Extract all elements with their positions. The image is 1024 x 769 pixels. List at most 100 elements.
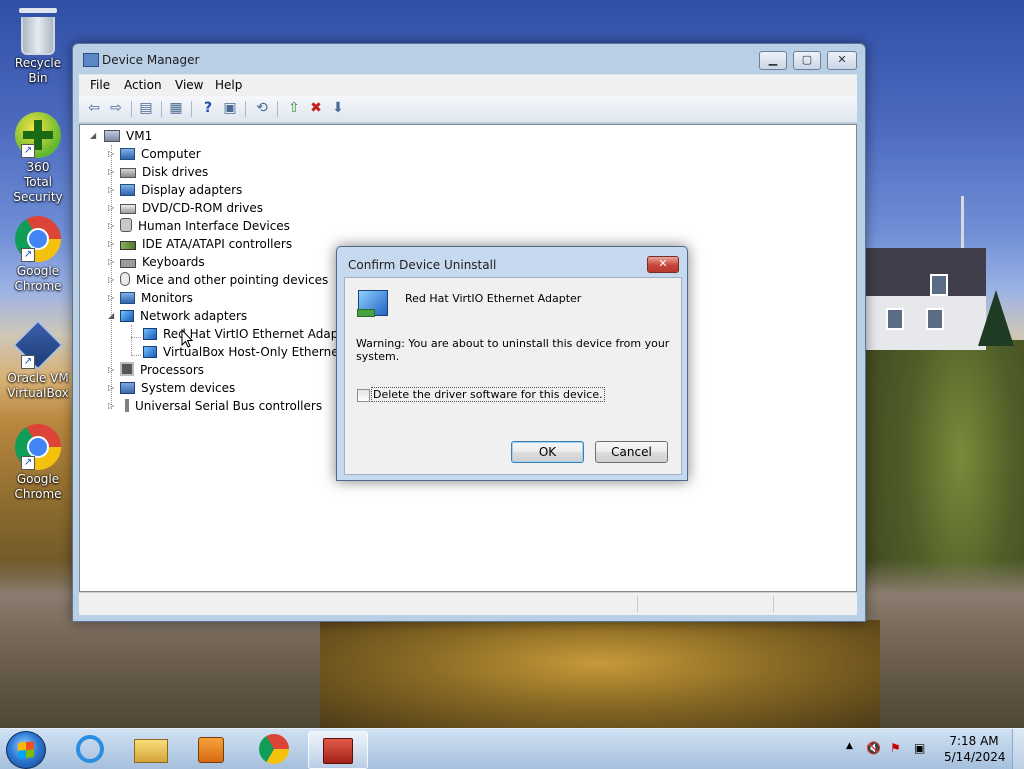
expand-arrow-icon[interactable]: ▷ — [108, 397, 116, 415]
disable-device-icon[interactable]: ⬇ — [329, 100, 347, 117]
pine-tree — [978, 290, 1014, 346]
maximize-button[interactable]: ▢ — [793, 51, 821, 70]
keyboard-icon — [120, 259, 136, 268]
action-pane-icon[interactable]: ▣ — [221, 100, 239, 117]
action-center-flag-icon[interactable]: ⚑ — [890, 741, 901, 755]
mouse-pointer-icon — [181, 328, 195, 349]
toolbox-icon — [323, 738, 353, 764]
tree-guide-line — [131, 325, 132, 355]
show-hide-console-tree-icon[interactable]: ▤ — [137, 100, 155, 117]
collapse-arrow-icon[interactable]: ◢ — [90, 127, 98, 145]
clock[interactable]: 7:18 AM 5/14/2024 — [944, 733, 1006, 765]
tree-item-label: DVD/CD-ROM drives — [142, 201, 264, 215]
clock-time: 7:18 AM — [949, 734, 999, 748]
uninstall-device-icon[interactable]: ✖ — [307, 100, 325, 117]
toolbar: ⇦ ⇨ ▤ ▦ ? ▣ ⟲ ⇧ ✖ ⬇ — [79, 96, 857, 123]
taskbar-internet-explorer[interactable] — [64, 731, 116, 767]
show-desktop-button[interactable] — [1012, 729, 1024, 769]
media-player-icon — [198, 737, 224, 763]
monitor-icon — [120, 292, 135, 304]
expand-arrow-icon[interactable]: ▷ — [108, 361, 116, 379]
start-button[interactable] — [6, 731, 46, 769]
update-driver-icon[interactable]: ⇧ — [285, 100, 303, 117]
collapse-arrow-icon[interactable]: ◢ — [108, 307, 116, 325]
desktop-icon-google-chrome-2[interactable]: ↗ Google Chrome — [4, 424, 72, 502]
cancel-button[interactable]: Cancel — [595, 441, 668, 463]
confirm-uninstall-dialog: Confirm Device Uninstall ✕ Red Hat VirtI… — [336, 246, 688, 481]
device-manager-icon — [83, 53, 99, 67]
help-icon[interactable]: ? — [199, 100, 217, 117]
network-icon[interactable]: ▣ — [914, 741, 925, 755]
scan-hardware-icon[interactable]: ⟲ — [253, 100, 271, 117]
status-bar — [79, 592, 857, 615]
tree-item-label: Keyboards — [142, 255, 205, 269]
show-hidden-icons-chevron-icon[interactable]: ▲ — [846, 741, 853, 751]
taskbar-file-explorer[interactable] — [124, 731, 176, 767]
delete-driver-label[interactable]: Delete the driver software for this devi… — [371, 387, 605, 402]
desktop-icon-google-chrome[interactable]: ↗ Google Chrome — [4, 216, 72, 294]
desktop-icon-recycle-bin[interactable]: Recycle Bin — [4, 8, 72, 86]
chrome-icon: ↗ — [15, 216, 61, 262]
tree-item-virtualbox-host-only[interactable]: VirtualBox Host-Only Ethernet Ad — [143, 343, 363, 361]
title-bar[interactable]: Device Manager ▁ ▢ ✕ — [73, 44, 865, 74]
menu-file[interactable]: File — [90, 78, 110, 92]
expand-arrow-icon[interactable]: ▷ — [108, 379, 116, 397]
close-button[interactable]: ✕ — [827, 51, 857, 70]
expand-arrow-icon[interactable]: ▷ — [108, 289, 116, 307]
tree-item-label: Computer — [141, 147, 201, 161]
minimize-button[interactable]: ▁ — [759, 51, 787, 70]
ide-controller-icon — [120, 241, 136, 250]
tree-item-label: Display adapters — [141, 183, 243, 197]
mouse-icon — [120, 272, 130, 286]
tree-item-label: Network adapters — [140, 309, 248, 323]
tree-item-label: Monitors — [141, 291, 193, 305]
menu-action[interactable]: Action — [124, 78, 162, 92]
clock-date: 5/14/2024 — [944, 750, 1006, 764]
forward-arrow-icon[interactable]: ⇨ — [107, 100, 125, 117]
expand-arrow-icon[interactable]: ▷ — [108, 181, 116, 199]
tree-item-label: Human Interface Devices — [138, 219, 290, 233]
expand-arrow-icon[interactable]: ▷ — [108, 217, 116, 235]
desktop-icon-label: Google Chrome — [14, 264, 62, 293]
menu-help[interactable]: Help — [215, 78, 242, 92]
desktop-icon-virtualbox[interactable]: ↗ Oracle VM VirtualBox — [4, 320, 72, 401]
dialog-close-button[interactable]: ✕ — [647, 256, 679, 273]
expand-arrow-icon[interactable]: ▷ — [108, 199, 116, 217]
internet-explorer-icon — [76, 735, 104, 763]
tree-item-label: Processors — [140, 363, 205, 377]
chrome-icon — [259, 734, 289, 764]
dvd-drive-icon — [120, 204, 136, 214]
desktop-icon-label: Oracle VM VirtualBox — [7, 371, 69, 400]
taskbar-media-player[interactable] — [184, 731, 236, 767]
menu-bar: File Action View Help — [79, 74, 857, 97]
dialog-body: Red Hat VirtIO Ethernet Adapter Warning:… — [344, 277, 682, 475]
expand-arrow-icon[interactable]: ▷ — [108, 235, 116, 253]
window-title: Device Manager — [102, 53, 200, 67]
tree-item-redhat-virtio[interactable]: Red Hat VirtIO Ethernet Adapter — [143, 325, 355, 343]
desktop-icon-360-total-security[interactable]: ↗ 360 Total Security — [4, 112, 72, 205]
volume-muted-icon[interactable]: 🔇 — [866, 741, 881, 755]
properties-icon[interactable]: ▦ — [167, 100, 185, 117]
expand-arrow-icon[interactable]: ▷ — [108, 145, 116, 163]
desktop-icon-label: Recycle Bin — [14, 56, 62, 85]
taskbar-chrome[interactable] — [248, 731, 300, 767]
system-device-icon — [120, 382, 135, 394]
back-arrow-icon[interactable]: ⇦ — [85, 100, 103, 117]
tree-item-label: Mice and other pointing devices — [136, 273, 329, 287]
expand-arrow-icon[interactable]: ▷ — [108, 163, 116, 181]
expand-arrow-icon[interactable]: ▷ — [108, 271, 116, 289]
menu-view[interactable]: View — [175, 78, 203, 92]
tree-root-label: VM1 — [126, 129, 153, 143]
360-security-icon: ↗ — [15, 112, 61, 158]
chrome-icon: ↗ — [15, 424, 61, 470]
tree-item-label: Disk drives — [142, 165, 209, 179]
delete-driver-checkbox[interactable] — [357, 389, 370, 402]
computer-icon — [104, 130, 120, 142]
dialog-warning-text: Warning: You are about to uninstall this… — [356, 337, 670, 363]
usb-icon — [125, 399, 129, 412]
expand-arrow-icon[interactable]: ▷ — [108, 253, 116, 271]
virtualbox-icon: ↗ — [13, 320, 63, 370]
taskbar-device-manager[interactable] — [308, 731, 368, 769]
grass — [320, 620, 880, 728]
ok-button[interactable]: OK — [511, 441, 584, 463]
